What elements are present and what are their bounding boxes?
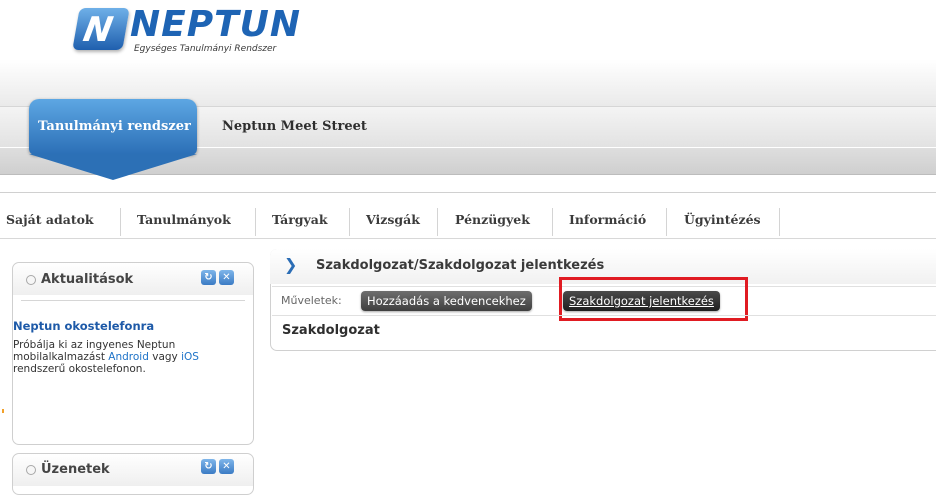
news-text: rendszerű okostelefonon.: [13, 363, 146, 375]
bullet-icon: [26, 465, 36, 475]
close-icon[interactable]: ✕: [219, 270, 234, 285]
close-icon[interactable]: ✕: [219, 459, 234, 474]
news-box-title: Aktualitások: [41, 272, 134, 287]
android-link[interactable]: Android: [108, 351, 149, 363]
tab-active-pointer: [29, 154, 197, 180]
menu-item-tanulmanyok[interactable]: Tanulmányok: [137, 202, 231, 238]
bullet-icon: [26, 275, 36, 285]
menu-separator: [255, 208, 256, 236]
refresh-icon[interactable]: ↻: [201, 270, 216, 285]
messages-box-title: Üzenetek: [41, 462, 110, 477]
news-item-body: Próbálja ki az ingyenes Neptun mobilalka…: [13, 339, 238, 375]
edge-marker: [2, 409, 4, 413]
menu-separator: [552, 208, 553, 236]
divider: [272, 315, 936, 316]
refresh-icon[interactable]: ↻: [201, 459, 216, 474]
news-item-title[interactable]: Neptun okostelefonra: [13, 319, 154, 333]
menu-separator: [349, 208, 350, 236]
menu-separator: [120, 208, 121, 236]
menu-item-sajat-adatok[interactable]: Saját adatok: [6, 202, 94, 238]
main-menu: Saját adatok Tanulmányok Tárgyak Vizsgák…: [0, 202, 936, 239]
menu-separator: [437, 208, 438, 236]
logo-mark: N: [72, 8, 130, 50]
tab-neptun-meet-street[interactable]: Neptun Meet Street: [222, 119, 367, 134]
operations-label: Műveletek:: [281, 294, 342, 307]
logo-subtitle: Egységes Tanulmányi Rendszer: [134, 44, 277, 54]
menu-item-ugyintezes[interactable]: Ügyintézés: [684, 202, 761, 238]
menu-separator: [779, 208, 780, 236]
ios-link[interactable]: iOS: [181, 351, 199, 363]
news-text: vagy: [148, 351, 182, 363]
logo-title: NEPTUN: [130, 4, 302, 45]
divider: [0, 192, 936, 193]
page-title: Szakdolgozat/Szakdolgozat jelentkezés: [316, 258, 605, 273]
tab-tanulmanyi-rendszer-label[interactable]: Tanulmányi rendszer: [38, 119, 191, 134]
menu-item-vizsgak[interactable]: Vizsgák: [366, 202, 420, 238]
messages-box: Üzenetek ↻ ✕: [12, 453, 254, 495]
chevron-right-icon: ❯: [284, 255, 298, 274]
neptun-logo[interactable]: N NEPTUN Egységes Tanulmányi Rendszer: [72, 4, 306, 66]
logo-letter: N: [80, 10, 116, 50]
menu-separator: [666, 208, 667, 236]
add-to-favorites-button[interactable]: Hozzáadás a kedvencekhez: [361, 291, 532, 311]
menu-item-penzugyek[interactable]: Pénzügyek: [455, 202, 530, 238]
divider: [21, 300, 245, 301]
content-title: Szakdolgozat: [282, 323, 380, 338]
menu-item-informacio[interactable]: Információ: [569, 202, 646, 238]
menu-item-targyak[interactable]: Tárgyak: [272, 202, 328, 238]
